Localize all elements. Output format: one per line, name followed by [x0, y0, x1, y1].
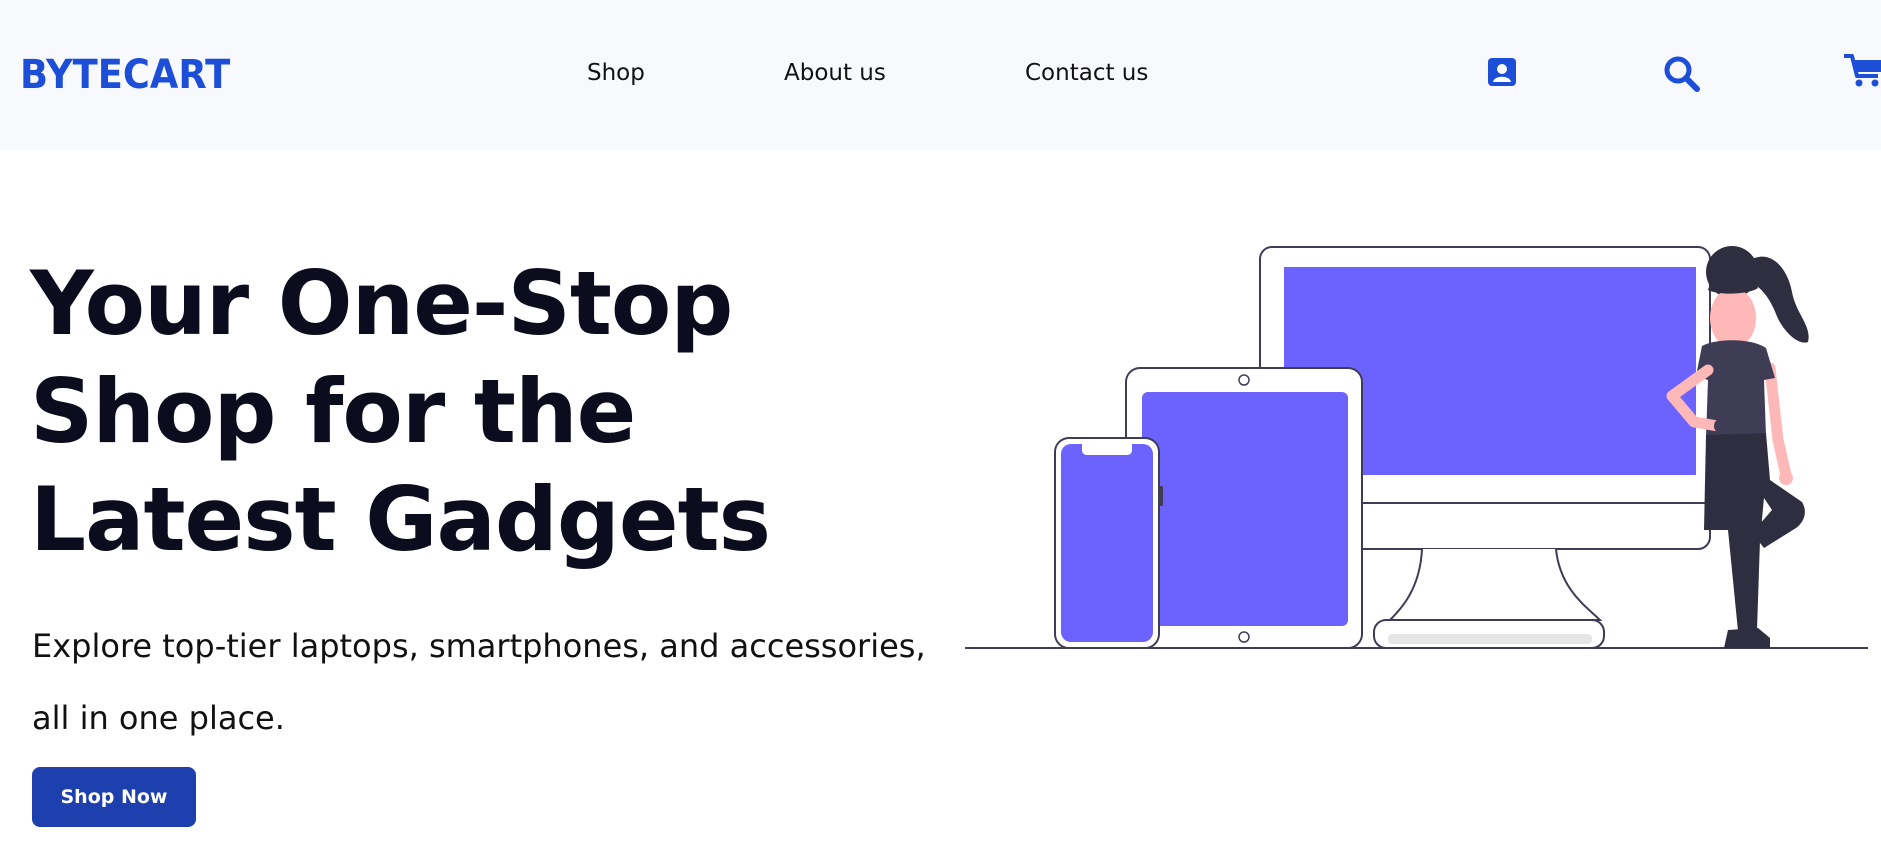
- shop-now-button[interactable]: Shop Now: [32, 767, 196, 827]
- devices-illustration: [960, 230, 1880, 660]
- search-icon[interactable]: [1662, 54, 1700, 92]
- hero-subtitle: Explore top-tier laptops, smartphones, a…: [32, 627, 926, 737]
- nav-link-about-us[interactable]: About us: [784, 60, 886, 86]
- navbar: BYTECART Shop About us Contact us: [0, 0, 1881, 150]
- user-profile-icon[interactable]: [1484, 54, 1520, 90]
- brand-logo[interactable]: BYTECART: [20, 52, 230, 98]
- phone-illustration: [1054, 437, 1163, 649]
- nav-link-contact-us[interactable]: Contact us: [1025, 60, 1148, 86]
- tablet-illustration: [1125, 367, 1363, 649]
- nav-link-shop[interactable]: Shop: [587, 60, 645, 86]
- hero-title: Your One-Stop Shop for the Latest Gadget…: [30, 252, 771, 571]
- cart-icon[interactable]: [1844, 50, 1881, 87]
